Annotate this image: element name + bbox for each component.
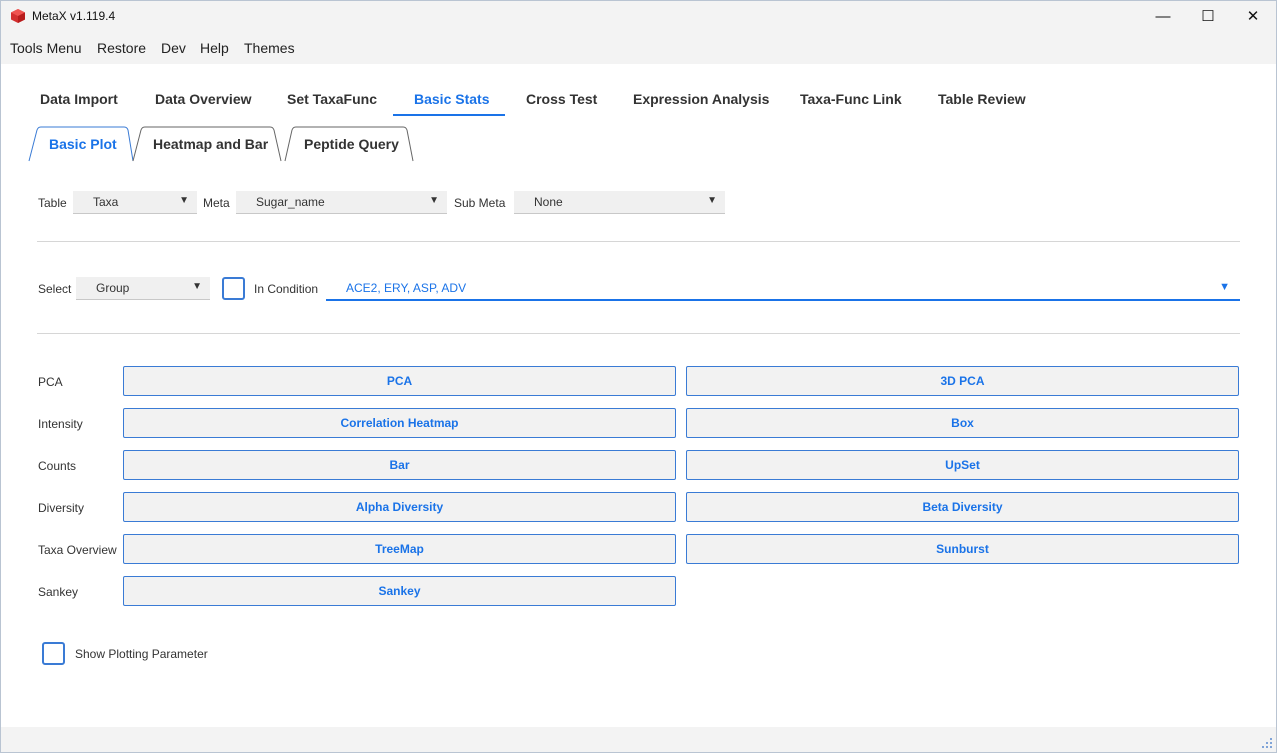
title-bar: MetaX v1.119.4 — ☐ ✕ [1, 1, 1276, 31]
tab-table-review[interactable]: Table Review [938, 91, 1026, 107]
sub-tab-bar: Basic Plot Heatmap and Bar Peptide Query [25, 126, 425, 162]
row-label-intensity: Intensity [38, 417, 83, 431]
menu-restore[interactable]: Restore [97, 40, 146, 56]
row-label-sankey: Sankey [38, 585, 79, 599]
table-select-value: Taxa [93, 195, 119, 209]
meta-label: Meta [203, 196, 230, 210]
menu-help[interactable]: Help [200, 40, 229, 56]
chevron-down-icon: ▼ [429, 195, 439, 206]
sub-meta-label: Sub Meta [454, 196, 506, 210]
row-label-diversity: Diversity [38, 501, 85, 515]
main-content: Data Import Data Overview Set TaxaFunc B… [1, 64, 1276, 727]
status-bar [1, 727, 1276, 752]
select-label: Select [38, 282, 72, 296]
app-cube-icon [11, 9, 25, 23]
tab-data-overview[interactable]: Data Overview [155, 91, 252, 107]
alpha-diversity-button[interactable]: Alpha Diversity [123, 492, 676, 522]
chevron-down-icon: ▼ [1219, 281, 1230, 293]
chevron-down-icon: ▼ [179, 195, 189, 206]
subtab-heatmap-and-bar[interactable]: Heatmap and Bar [153, 136, 268, 152]
row-label-taxa-overview: Taxa Overview [38, 543, 117, 557]
beta-diversity-button[interactable]: Beta Diversity [686, 492, 1239, 522]
chevron-down-icon: ▼ [192, 281, 202, 292]
maximize-button[interactable]: ☐ [1185, 1, 1231, 31]
close-button[interactable]: ✕ [1230, 1, 1276, 31]
sankey-button[interactable]: Sankey [123, 576, 676, 606]
sub-meta-select-value: None [534, 195, 563, 209]
sub-meta-select[interactable]: None ▼ [514, 191, 725, 214]
tab-set-taxafunc[interactable]: Set TaxaFunc [287, 91, 377, 107]
tab-taxa-func-link[interactable]: Taxa-Func Link [800, 91, 902, 107]
row-label-pca: PCA [38, 375, 63, 389]
minimize-button[interactable]: — [1140, 1, 1186, 31]
menu-themes[interactable]: Themes [244, 40, 295, 56]
app-window: MetaX v1.119.4 — ☐ ✕ Tools Menu Restore … [0, 0, 1277, 753]
tab-data-import[interactable]: Data Import [40, 91, 118, 107]
bar-button[interactable]: Bar [123, 450, 676, 480]
divider [37, 241, 1240, 242]
tab-basic-stats[interactable]: Basic Stats [414, 91, 489, 107]
3d-pca-button[interactable]: 3D PCA [686, 366, 1239, 396]
meta-select-value: Sugar_name [256, 195, 325, 209]
table-label: Table [38, 196, 67, 210]
in-condition-checkbox[interactable] [222, 277, 245, 300]
active-tab-indicator [393, 114, 505, 116]
tab-cross-test[interactable]: Cross Test [526, 91, 597, 107]
subtab-peptide-query[interactable]: Peptide Query [304, 136, 399, 152]
window-title: MetaX v1.119.4 [32, 9, 116, 23]
group-select-value: Group [96, 281, 130, 295]
in-condition-label: In Condition [254, 282, 319, 296]
correlation-heatmap-button[interactable]: Correlation Heatmap [123, 408, 676, 438]
upset-button[interactable]: UpSet [686, 450, 1239, 480]
menu-dev[interactable]: Dev [161, 40, 186, 56]
treemap-button[interactable]: TreeMap [123, 534, 676, 564]
subtab-basic-plot[interactable]: Basic Plot [49, 136, 117, 152]
condition-select[interactable]: ACE2, ERY, ASP, ADV ▼ [326, 277, 1240, 301]
menu-tools[interactable]: Tools Menu [10, 40, 82, 56]
divider [37, 333, 1240, 334]
group-select[interactable]: Group ▼ [76, 277, 210, 300]
tab-expression-analysis[interactable]: Expression Analysis [633, 91, 769, 107]
table-select[interactable]: Taxa ▼ [73, 191, 197, 214]
condition-select-value: ACE2, ERY, ASP, ADV [346, 281, 467, 295]
pca-button[interactable]: PCA [123, 366, 676, 396]
meta-select[interactable]: Sugar_name ▼ [236, 191, 447, 214]
row-label-counts: Counts [38, 459, 77, 473]
chevron-down-icon: ▼ [707, 195, 717, 206]
box-button[interactable]: Box [686, 408, 1239, 438]
resize-grip-icon[interactable] [1261, 737, 1273, 749]
show-plotting-parameter-label: Show Plotting Parameter [75, 647, 208, 661]
show-plotting-parameter-checkbox[interactable] [42, 642, 65, 665]
menu-bar: Tools Menu Restore Dev Help Themes [1, 31, 1276, 64]
sunburst-button[interactable]: Sunburst [686, 534, 1239, 564]
